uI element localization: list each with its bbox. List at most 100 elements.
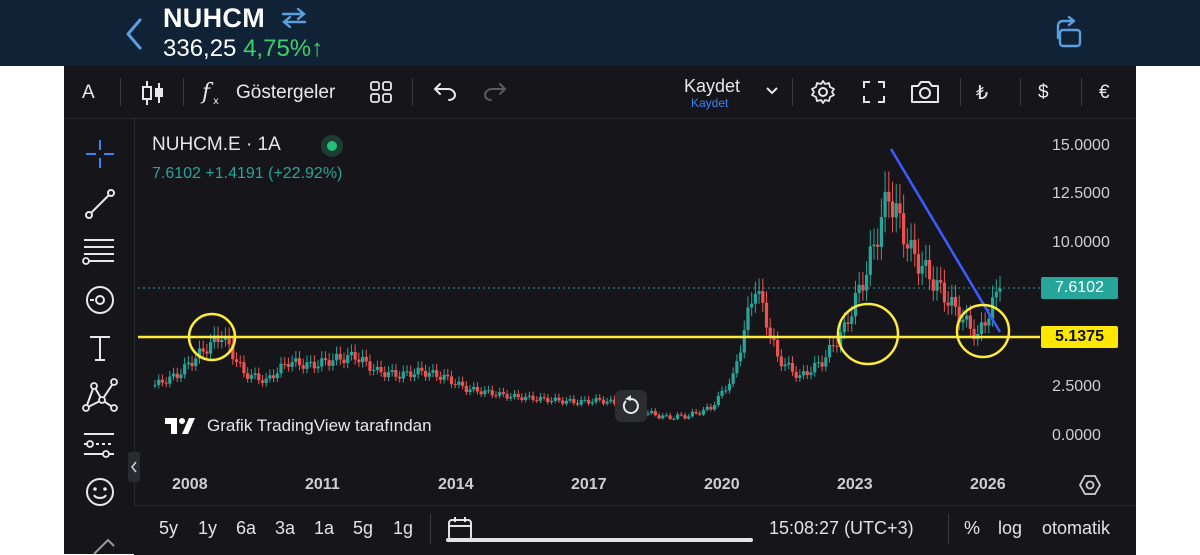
candle-body [301, 365, 305, 369]
candle-body [753, 293, 757, 304]
candle-body [153, 384, 157, 386]
candle-body [953, 296, 958, 307]
candle-body [846, 322, 850, 324]
percent-toggle[interactable]: % [964, 518, 980, 539]
x-tick: 2017 [571, 476, 607, 493]
candle-body [446, 374, 450, 377]
candle-body [312, 361, 316, 369]
candle-body [594, 398, 598, 403]
range-6a[interactable]: 6a [236, 518, 256, 539]
range-3a[interactable]: 3a [275, 518, 295, 539]
log-toggle[interactable]: log [998, 518, 1022, 539]
candle-body [924, 259, 928, 266]
range-1y[interactable]: 1y [198, 518, 217, 539]
axis-settings-icon[interactable] [1078, 473, 1102, 497]
candle-body [357, 359, 361, 363]
candle-body [801, 371, 806, 376]
candle-body [442, 374, 446, 380]
candle-body [664, 415, 669, 417]
series-title[interactable]: NUHCM.E · 1A [152, 134, 281, 156]
candle-body [824, 357, 828, 367]
candle-body [379, 366, 383, 373]
candle-body [286, 364, 291, 367]
candle-body [383, 372, 387, 378]
candle-body [698, 413, 702, 415]
candle-body [524, 396, 528, 401]
highlight-circle-2023[interactable] [836, 302, 900, 366]
candle-body [498, 392, 502, 396]
candle-body [720, 390, 724, 396]
candle-body [820, 362, 824, 367]
candle-body [542, 396, 546, 398]
candle-body [309, 361, 313, 363]
candle-body [672, 418, 676, 420]
reset-chart-button[interactable] [615, 390, 647, 422]
candle-body [905, 244, 909, 249]
candle-body [342, 359, 346, 364]
candle-body [605, 401, 609, 404]
candle-body [776, 340, 780, 357]
candle-body [902, 213, 906, 245]
candle-body [360, 356, 365, 363]
candle-body [283, 363, 287, 365]
candle-body [601, 399, 606, 404]
candle-body [750, 303, 754, 308]
candle-body [683, 415, 687, 419]
auto-toggle[interactable]: otomatik [1042, 518, 1110, 539]
candle-body [879, 216, 884, 247]
candles-group [153, 171, 1002, 421]
candle-body [872, 244, 876, 247]
candle-body [538, 396, 543, 401]
candle-body [890, 201, 895, 218]
candle-body [486, 390, 491, 392]
candle-body [246, 373, 250, 379]
tradingview-attribution[interactable]: Grafik TradingView tarafından [155, 408, 442, 444]
y-tick: 12.5000 [1052, 185, 1110, 202]
candle-body [435, 370, 439, 377]
range-5g[interactable]: 5g [353, 518, 373, 539]
candle-body [271, 375, 276, 379]
candle-body [416, 367, 420, 375]
candle-body [472, 386, 476, 390]
candle-body [761, 291, 765, 303]
candle-body [527, 395, 531, 397]
candle-body [171, 373, 176, 377]
y-tick: 10.0000 [1052, 234, 1110, 251]
candle-body [609, 399, 613, 402]
candle-body [657, 415, 661, 419]
price-chart[interactable] [0, 0, 1200, 554]
time-zone-label[interactable]: 15:08:27 (UTC+3) [769, 518, 914, 539]
candle-body [453, 384, 457, 386]
range-1a[interactable]: 1a [314, 518, 334, 539]
candle-body [297, 358, 302, 366]
candle-body [275, 373, 279, 379]
candle-body [757, 291, 761, 294]
candle-body [716, 395, 720, 406]
candle-body [438, 376, 442, 380]
candle-body [857, 284, 861, 293]
candle-body [375, 366, 379, 370]
candle-body [709, 406, 713, 410]
x-tick: 2011 [305, 476, 340, 493]
candle-body [705, 406, 709, 410]
range-5y[interactable]: 5y [159, 518, 178, 539]
candle-body [827, 344, 832, 358]
candle-body [876, 244, 880, 247]
candle-body [575, 403, 580, 405]
candle-body [842, 322, 846, 333]
candle-body [483, 390, 487, 395]
candle-body [568, 399, 572, 401]
candle-body [505, 394, 509, 399]
candle-body [253, 373, 257, 376]
candle-body [257, 373, 261, 381]
candle-body [449, 376, 454, 385]
candle-body [701, 409, 706, 415]
range-1g[interactable]: 1g [393, 518, 413, 539]
candle-body [942, 282, 947, 303]
x-tick: 2023 [837, 476, 873, 493]
candle-body [583, 399, 587, 401]
candle-body [916, 254, 921, 274]
candle-body [335, 353, 339, 361]
x-tick: 2026 [970, 476, 1006, 493]
candle-body [779, 356, 783, 367]
